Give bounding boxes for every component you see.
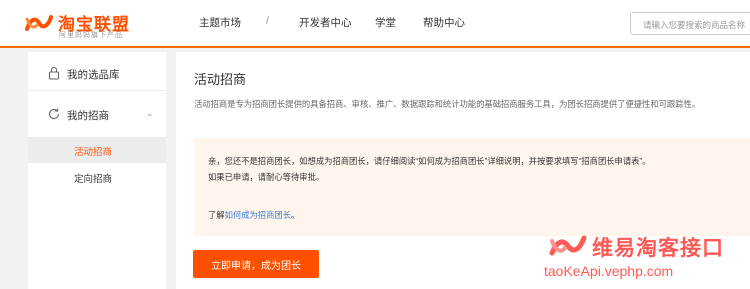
brand-subtitle: 阿里妈妈旗下产品 [59,32,123,39]
sidebar-item-label: 我的选品库 [67,69,120,81]
nav-item-theme-market[interactable]: 主题市场 [199,15,241,30]
watermark-url: taoKeApi.vephp.com [544,263,674,279]
top-navigation-bar: 淘宝联盟 阿里妈妈旗下产品 主题市场 / 开发者中心 学堂 帮助中心 请输入您要… [0,0,750,48]
sidebar-item-label: 我的招商 [67,110,109,122]
notice-box: 亲，您还不是招商团长，如想成为招商团长，请仔细阅读“如何成为招商团长”详细说明，… [194,138,750,236]
page-title: 活动招商 [194,72,247,87]
nav-item-developer-center[interactable]: 开发者中心 [299,15,352,30]
apply-become-leader-button[interactable]: 立即申请，成为团长 [193,250,319,278]
notice-line-1: 亲，您还不是招商团长，如想成为招商团长，请仔细阅读“如何成为招商团长”详细说明，… [208,156,651,166]
watermark-logo-icon [549,235,587,256]
sidebar-subitem-activity-recruitment[interactable]: 活动招商 [28,137,166,163]
sync-icon [48,108,60,120]
watermark-title: 维易淘客接口 [592,237,724,260]
sidebar-divider [28,90,166,91]
sidebar-item-my-merchant-recruitment[interactable]: 我的招商 ⌄ [28,95,166,135]
page-description: 活动招商是专为招商团长提供的具备招商、审核、推广、数据跟踪和统计功能的基础招商服… [194,99,701,109]
watermark: 维易淘客接口 taoKeApi.vephp.com [540,228,750,289]
notice-line-2: 如果已申请，请耐心等待审批。 [208,172,325,182]
sidebar-item-my-selection-library[interactable]: 我的选品库 [28,54,166,94]
nav-item-academy[interactable]: 学堂 [375,15,396,30]
notice-learn-suffix: 。 [291,210,300,220]
sidebar: 我的选品库 我的招商 ⌄ 活动招商 定向招商 [28,52,166,289]
sidebar-subitem-targeted-recruitment[interactable]: 定向招商 [28,164,166,190]
chevron-down-icon: ⌄ [146,108,154,118]
nav-separator: / [266,15,270,27]
how-to-become-leader-link[interactable]: 如何成为招商团长 [225,210,291,220]
taobao-union-logo[interactable]: 淘宝联盟 阿里妈妈旗下产品 [24,8,164,40]
brand-logo-icon [25,15,53,31]
notice-learn-line: 了解如何成为招商团长。 [208,209,299,221]
lock-icon [48,66,60,80]
notice-learn-prefix: 了解 [208,210,225,220]
search-input[interactable]: 请输入您要搜索的商品名称 [630,12,750,35]
nav-item-help-center[interactable]: 帮助中心 [423,15,465,30]
